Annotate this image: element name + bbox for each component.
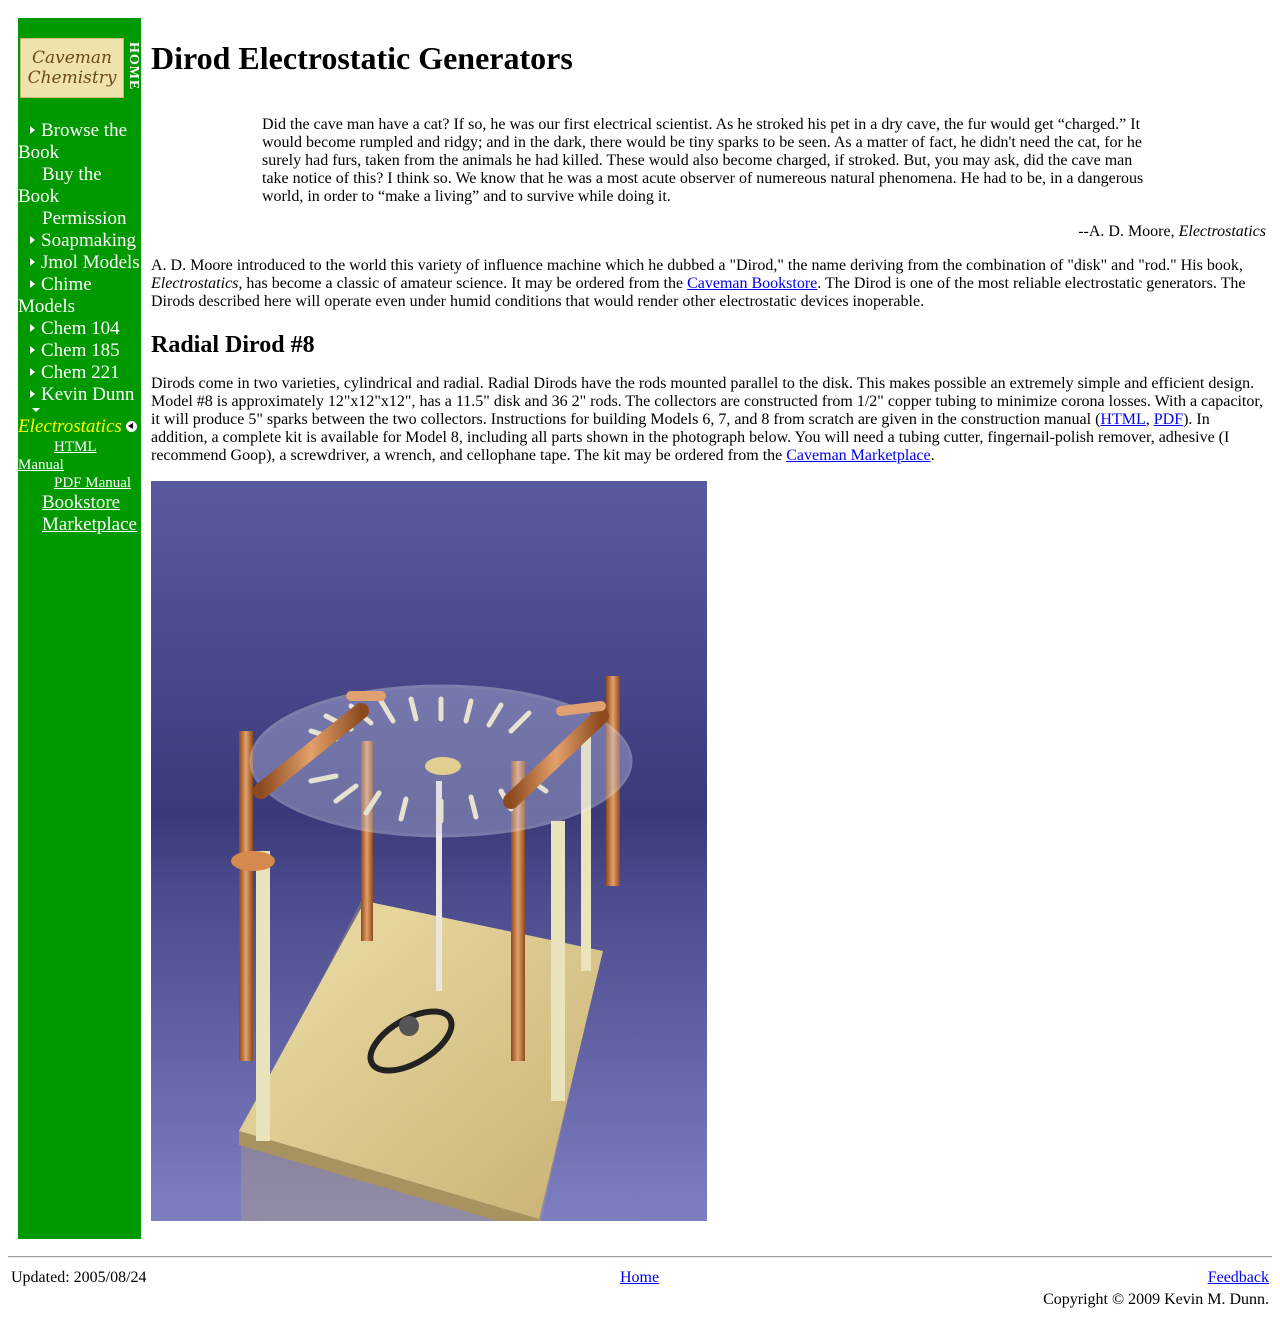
caveman-marketplace-link[interactable]: Caveman Marketplace	[786, 447, 930, 464]
section-paragraph: Dirods come in two varieties, cylindrica…	[151, 375, 1264, 464]
sidebar-item-bookstore[interactable]: Bookstore	[18, 492, 141, 514]
attribution-book-title: Electrostatics	[1178, 223, 1266, 240]
book-title: Electrostatics,	[151, 275, 243, 292]
triangle-right-icon	[30, 236, 35, 244]
quote-attribution: --A. D. Moore, Electrostatics	[1078, 223, 1266, 240]
sidebar-item-kevin-dunn[interactable]: Kevin Dunn	[18, 384, 141, 406]
triangle-right-icon	[30, 258, 35, 266]
home-vertical-link[interactable]: HOME	[126, 38, 141, 94]
logo-line-1: Caveman	[31, 48, 112, 68]
page-title: Dirod Electrostatic Generators	[151, 40, 573, 76]
triangle-right-icon	[30, 390, 35, 398]
sidebar-item-electrostatics-current[interactable]: Electrostatics	[18, 416, 141, 438]
footer-home-link[interactable]: Home	[620, 1269, 659, 1287]
logo-line-2: Chemistry	[27, 68, 117, 88]
sidebar-subitem-pdf-manual[interactable]: PDF Manual	[18, 474, 141, 492]
intro-paragraph: A. D. Moore introduced to the world this…	[151, 257, 1246, 310]
main-content: Dirod Electrostatic Generators Did the c…	[151, 18, 1266, 465]
sidebar-item-browse-the-book[interactable]: Browse the Book	[18, 120, 141, 164]
caveman-bookstore-link[interactable]: Caveman Bookstore	[687, 275, 817, 292]
footer-divider	[8, 1256, 1272, 1258]
caveman-chemistry-logo[interactable]: Caveman Chemistry	[20, 38, 124, 98]
footer-feedback-link[interactable]: Feedback	[1208, 1269, 1269, 1287]
section-heading: Radial Dirod #8	[151, 332, 315, 358]
dirod-photo	[151, 481, 707, 1221]
copyright-notice: Copyright © 2009 Kevin M. Dunn.	[1043, 1291, 1269, 1308]
html-manual-link[interactable]: HTML	[1100, 411, 1145, 428]
updated-date: Updated: 2005/08/24	[11, 1269, 147, 1286]
triangle-right-icon	[30, 368, 35, 376]
triangle-down-icon	[32, 408, 40, 412]
sidebar-nav: Browse the Book Buy the Book Permission …	[18, 120, 141, 536]
epigraph-quote: Did the cave man have a cat? If so, he w…	[262, 116, 1144, 205]
sidebar-subitem-html-manual[interactable]: HTML Manual	[18, 438, 141, 474]
triangle-right-icon	[30, 324, 35, 332]
triangle-right-icon	[30, 346, 35, 354]
triangle-right-icon	[30, 126, 35, 134]
pdf-manual-link[interactable]: PDF	[1154, 411, 1183, 428]
sidebar-item-chem-221[interactable]: Chem 221	[18, 362, 141, 384]
dirod-illustration	[151, 481, 707, 1221]
sidebar-item-chem-104[interactable]: Chem 104	[18, 318, 141, 340]
sidebar-item-jmol-models[interactable]: Jmol Models	[18, 252, 141, 274]
back-arrow-icon[interactable]	[125, 421, 137, 432]
triangle-right-icon	[30, 280, 35, 288]
sidebar-item-marketplace[interactable]: Marketplace	[18, 514, 141, 536]
sidebar-item-chem-185[interactable]: Chem 185	[18, 340, 141, 362]
sidebar: Caveman Chemistry HOME Browse the Book B…	[18, 18, 141, 1239]
sidebar-item-permission[interactable]: Permission	[18, 208, 141, 230]
sidebar-item-soapmaking[interactable]: Soapmaking	[18, 230, 141, 252]
sidebar-item-buy-the-book[interactable]: Buy the Book	[18, 164, 141, 208]
sidebar-item-chime-models[interactable]: Chime Models	[18, 274, 141, 318]
